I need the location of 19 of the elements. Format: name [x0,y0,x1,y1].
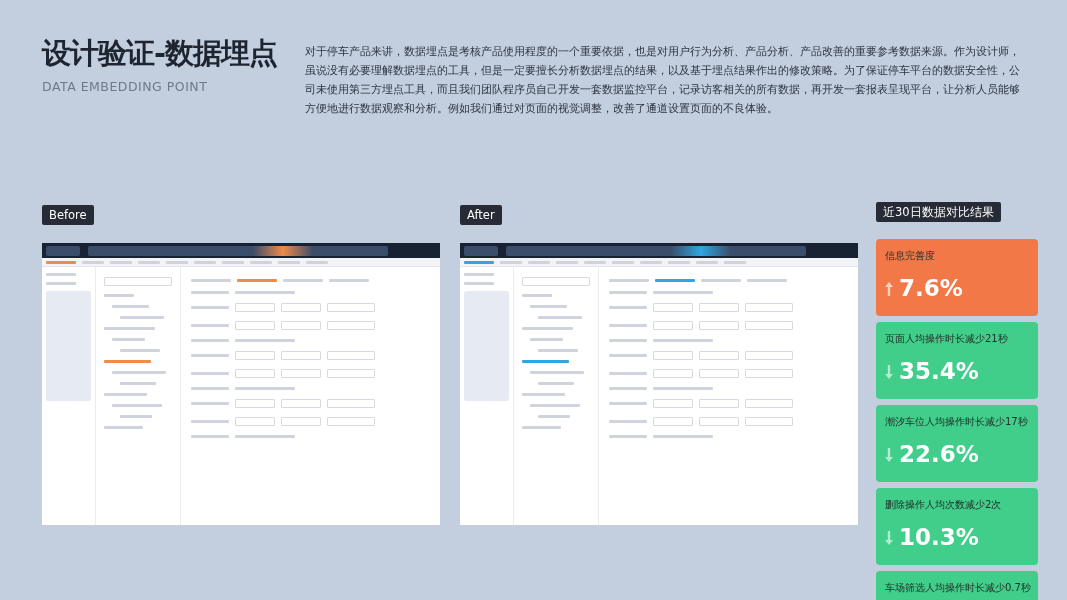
result-title: 潮汐车位人均操作时长减少17秒 [885,415,1029,429]
result-value: 7.6% [899,277,963,300]
result-title: 信息完善度 [885,249,936,263]
result-value: 22.6% [899,443,979,466]
panel-label: After [460,205,502,225]
down-arrow-icon [885,364,893,379]
panel-label: Before [42,205,94,225]
up-arrow-icon [885,281,893,296]
page-subtitle: DATA EMBEDDING POINT [42,77,209,96]
result-value: 10.3% [899,526,979,549]
result-value: 35.4% [899,360,979,383]
results-label: 近30日数据对比结果 [876,202,1001,222]
description-paragraph: 对于停车产品来讲，数据埋点是考核产品使用程度的一个重要依据，也是对用户行为分析、产品分析、产品改善的重要参考数据来源。作为设计师，虽说没有必要理解数据埋点的工具，但是一定要擅长分析数据埋点的结果，以及基于埋点结果作出的修改策略。为了保证停车平台的数据安全性，公司未使用第三方埋点工具，而且我们团队程序员自己开发一套数据监控平台，记录访客相关的所有数据，再开发一套报表呈现平台，让分析人员能够方便地进行数据观察和分析。例如我们通过对页面的视觉调整，改善了通道设置页面的不良体验。 [305,44,1021,117]
down-arrow-icon [885,530,893,545]
page-title: 设计验证-数据埋点 [42,38,279,70]
result-title: 页面人均操作时长减少21秒 [885,332,1009,346]
down-arrow-icon [885,447,893,462]
result-title: 车场筛选人均操作时长减少0.7秒 [885,581,1032,595]
result-title: 删除操作人均次数减少2次 [885,498,1003,512]
